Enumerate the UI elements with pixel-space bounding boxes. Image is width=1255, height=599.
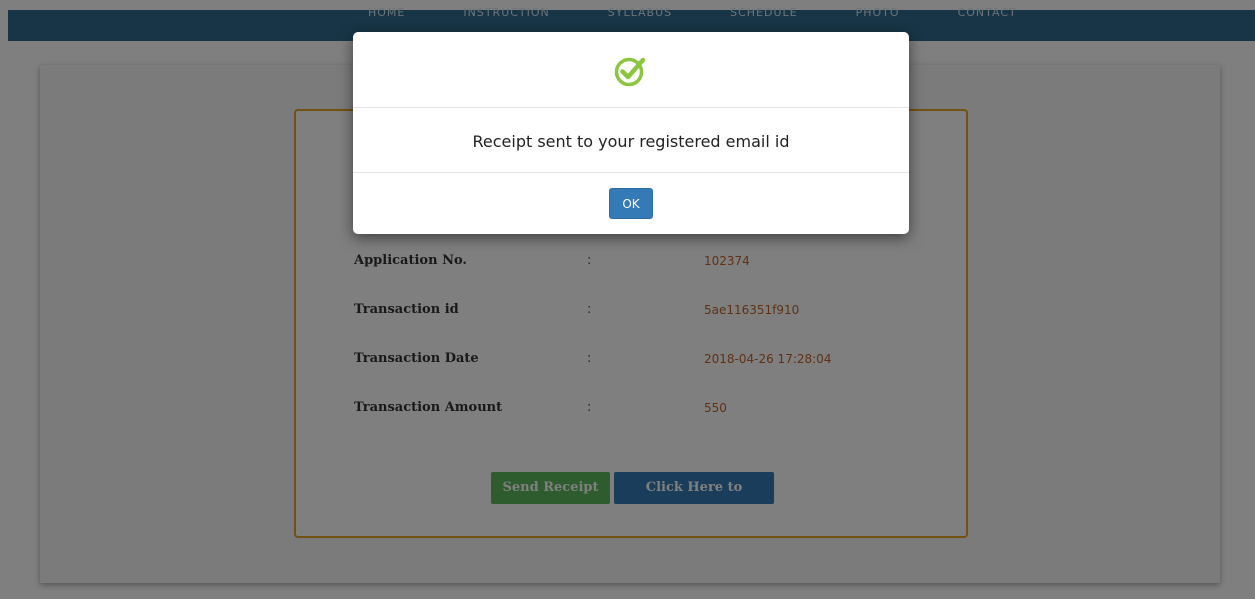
success-modal: Receipt sent to your registered email id… [353, 32, 909, 234]
modal-body: Receipt sent to your registered email id [353, 108, 909, 173]
modal-header [353, 32, 909, 108]
modal-message: Receipt sent to your registered email id [472, 132, 790, 151]
ok-button[interactable]: OK [609, 188, 653, 219]
check-circle-icon [614, 57, 646, 87]
